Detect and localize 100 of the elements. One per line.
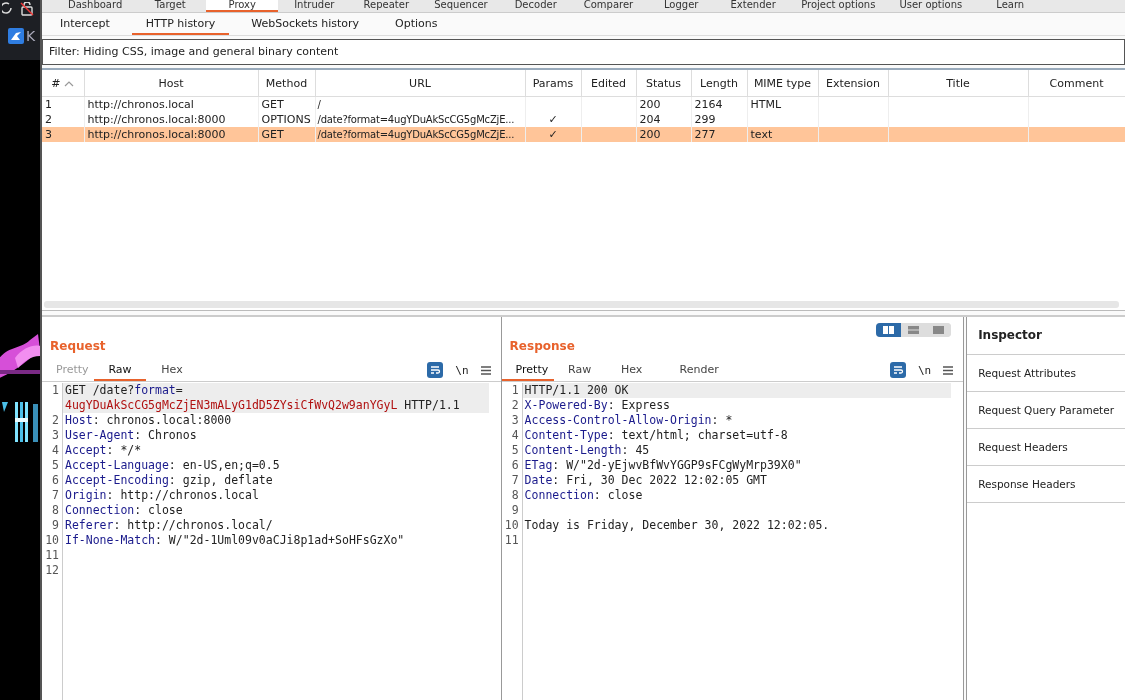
table-cell: text <box>747 127 818 142</box>
inspector-section[interactable]: Request Attributes <box>967 355 1125 392</box>
table-cell: 277 <box>691 127 747 142</box>
line-number: 6 <box>42 473 63 488</box>
line-number: 4 <box>42 443 63 458</box>
line-number: 11 <box>501 533 523 548</box>
table-cell: GET <box>258 127 315 142</box>
tool-tab[interactable]: Target <box>134 0 207 12</box>
editor-tab[interactable]: Hex <box>146 359 198 381</box>
line-number: 7 <box>42 488 63 503</box>
line-number: 10 <box>501 518 523 533</box>
line-number: 10 <box>42 533 63 548</box>
inspector-title: Inspector <box>967 317 1125 355</box>
editor-tab[interactable]: Render <box>657 359 741 381</box>
editor-tab[interactable]: Pretty <box>501 359 554 381</box>
pane-title: Request <box>50 339 107 353</box>
line-number: 5 <box>501 443 523 458</box>
scrollbar[interactable] <box>44 301 1119 308</box>
tool-tab[interactable]: Proxy <box>206 0 279 12</box>
code-line: Accept-Encoding: gzip, deflate <box>64 473 274 488</box>
code-line: Host: chronos.local:8000 <box>64 413 233 428</box>
column-header[interactable]: Comment <box>1028 70 1125 97</box>
column-header[interactable]: Params <box>525 70 581 97</box>
column-header[interactable]: Edited <box>581 70 636 97</box>
column-header[interactable]: # <box>42 70 84 97</box>
square-icon <box>933 326 945 334</box>
code-line: Today is Friday, December 30, 2022 12:02:05. <box>523 518 831 533</box>
pane-title: Response <box>509 339 576 353</box>
newline-toggle[interactable]: \n <box>917 363 932 377</box>
code-line: Origin: http://chronos.local <box>64 488 260 503</box>
line-number: 5 <box>42 458 63 473</box>
column-header[interactable]: Host <box>84 70 258 97</box>
line-number: 1 <box>501 383 523 398</box>
column-header[interactable]: URL <box>315 70 525 97</box>
editor-tab[interactable]: Raw <box>553 359 606 381</box>
inspector-section[interactable]: Response Headers <box>967 466 1125 503</box>
code-line: If-None-Match: W/"2d-1Uml09v0aCJi8p1ad+SoHFsGzXo" <box>64 533 406 548</box>
sort-ascending-icon[interactable] <box>64 79 75 87</box>
app-icon[interactable] <box>8 28 24 44</box>
power-icon[interactable] <box>2 2 12 14</box>
history-tab[interactable]: Options <box>381 13 452 35</box>
table-cell: / <box>315 96 525 112</box>
history-tab[interactable]: WebSockets history <box>237 13 374 35</box>
word-wrap-button[interactable] <box>889 362 906 378</box>
column-header[interactable]: Extension <box>818 70 888 97</box>
tool-tab[interactable]: Logger <box>645 0 718 12</box>
column-header[interactable]: Title <box>888 70 1028 97</box>
code-line: Referer: http://chronos.local/ <box>64 518 274 533</box>
code-line: User-Agent: Chronos <box>64 428 198 443</box>
layout-button[interactable] <box>876 323 902 337</box>
column-header[interactable]: Method <box>258 70 315 97</box>
tool-tab[interactable]: Intruder <box>278 0 351 12</box>
column-header[interactable]: Length <box>691 70 747 97</box>
history-tab[interactable]: HTTP history <box>131 13 230 35</box>
table-cell: /date?format=4ugYDuAkScCG5gMcZjE... <box>315 127 525 142</box>
line-number: 3 <box>42 428 63 443</box>
inspector-section[interactable]: Request Query Parameter <box>967 392 1125 429</box>
tool-tab[interactable]: Repeater <box>350 0 423 12</box>
code-line: Access-Control-Allow-Origin: * <box>523 413 734 428</box>
column-header[interactable]: MIME type <box>747 70 818 97</box>
code-line: Connection: close <box>523 488 644 503</box>
table-cell: 3 <box>42 127 84 142</box>
tool-tab[interactable]: Comparer <box>571 0 646 12</box>
tool-tab[interactable]: Project options <box>789 0 888 12</box>
tool-tab[interactable]: Extender <box>717 0 790 12</box>
column-header[interactable]: Status <box>636 70 691 97</box>
line-number: 11 <box>42 548 63 563</box>
table-cell: 200 <box>636 96 691 112</box>
menu-button[interactable] <box>480 365 491 375</box>
inspector-section[interactable]: Request Headers <box>967 429 1125 466</box>
columns-icon <box>883 326 895 334</box>
table-cell: 200 <box>636 127 691 142</box>
line-number: 9 <box>501 503 523 518</box>
code-line: ETag: W/"2d-yEjwvBfWvYGGP9sFCgWyMrp39X0" <box>523 458 803 473</box>
tool-tab[interactable]: Sequencer <box>422 0 500 12</box>
line-number: 8 <box>42 503 63 518</box>
filter-bar[interactable]: Filter: Hiding CSS, image and general binary content <box>42 39 1125 65</box>
tool-tab[interactable]: Decoder <box>499 0 572 12</box>
newline-toggle[interactable]: \n <box>455 363 469 377</box>
app-label[interactable]: K <box>26 28 36 44</box>
code-line: Connection: close <box>64 503 184 518</box>
word-wrap-button[interactable] <box>427 362 444 378</box>
tool-tab[interactable]: Learn <box>974 0 1047 12</box>
tool-tab[interactable]: Dashboard <box>56 0 135 12</box>
editor-tab[interactable]: Raw <box>94 359 146 381</box>
line-number: 12 <box>42 563 63 578</box>
editor-tab[interactable]: Hex <box>605 359 658 381</box>
table-cell: 1 <box>42 96 84 112</box>
code-line: Accept-Language: en-US,en;q=0.5 <box>64 458 281 473</box>
line-number: 8 <box>501 488 523 503</box>
tool-tab[interactable]: User options <box>887 0 975 12</box>
line-number: 7 <box>501 473 523 488</box>
table-cell: http://chronos.local:8000 <box>84 127 258 142</box>
history-tab[interactable]: Intercept <box>46 13 124 35</box>
code-line: Content-Length: 45 <box>523 443 651 458</box>
code-line: X-Powered-By: Express <box>523 398 671 413</box>
menu-button[interactable] <box>943 365 954 375</box>
code-line: Content-Type: text/html; charset=utf-8 <box>523 428 789 443</box>
code-line: Date: Fri, 30 Dec 2022 12:02:05 GMT <box>523 473 768 488</box>
table-cell: ✓ <box>525 127 581 142</box>
